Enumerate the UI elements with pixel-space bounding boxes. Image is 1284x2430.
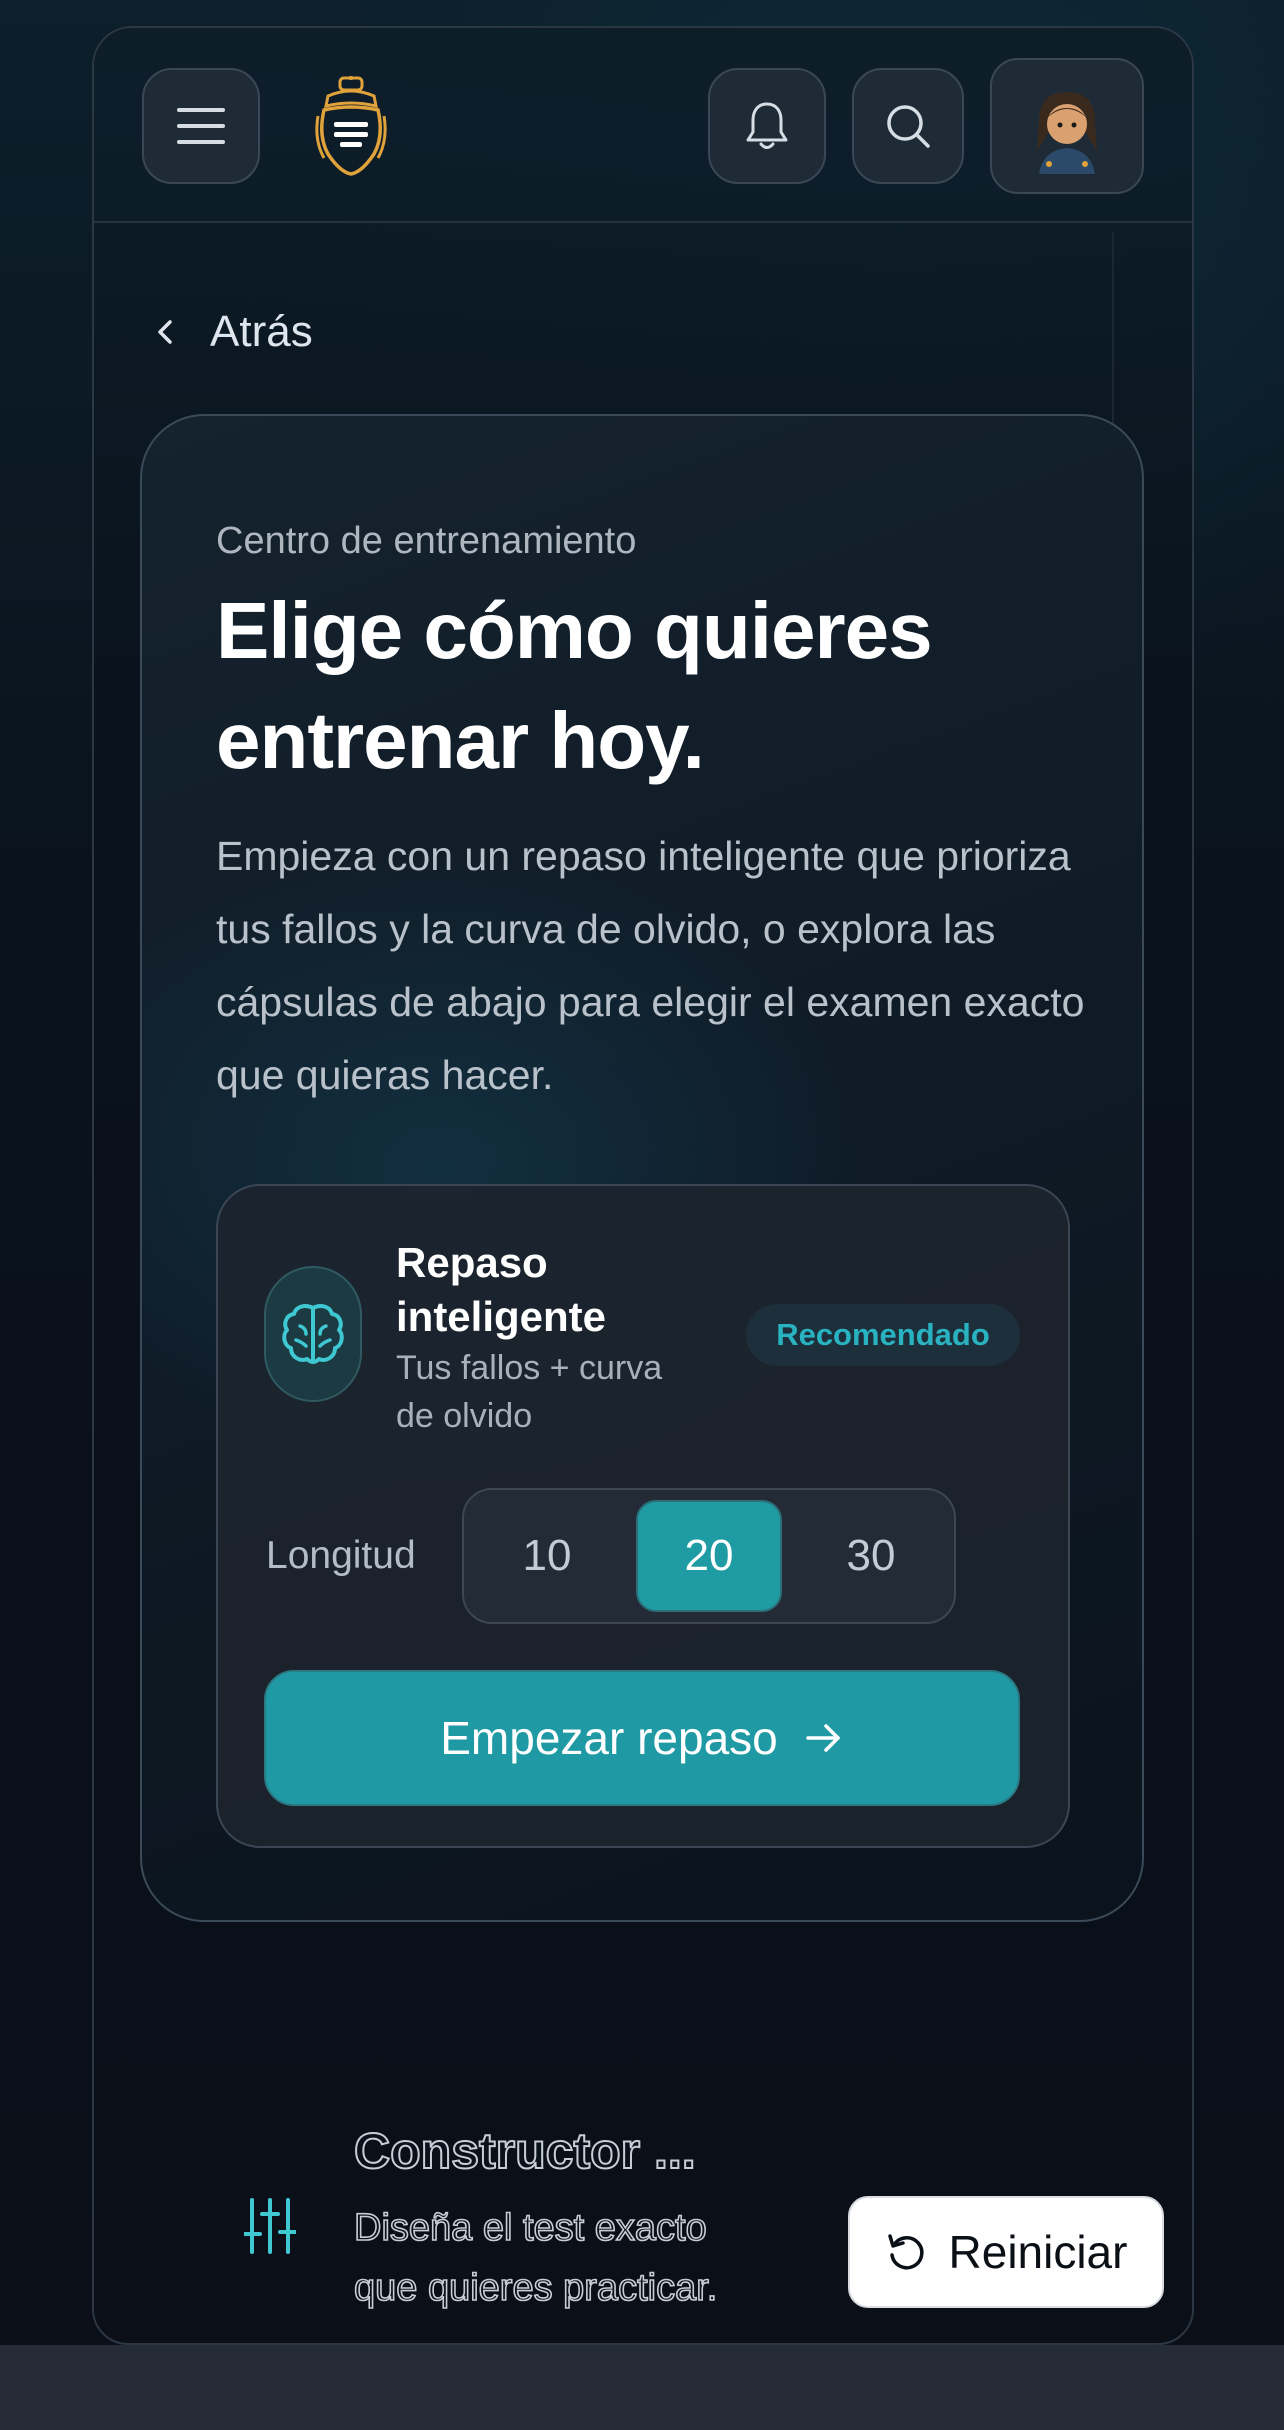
sliders-icon [244,2198,296,2254]
reset-button[interactable]: Reiniciar [848,2196,1164,2308]
app-frame: Atrás Centro de entrenamiento Elige cómo… [92,26,1194,2345]
page-description: Empieza con un repaso inteligente que pr… [216,833,1085,1098]
length-option-30[interactable]: 30 [798,1500,944,1612]
search-button[interactable] [852,68,964,184]
length-label: Longitud [266,1534,416,1577]
brain-icon-container [264,1266,362,1402]
length-option-20[interactable]: 20 [636,1500,782,1612]
menu-button[interactable] [142,68,260,184]
brain-icon [282,1304,344,1364]
back-label: Atrás [210,307,313,356]
reset-icon [887,2234,924,2270]
reset-label: Reiniciar [948,2226,1128,2278]
chevron-left-icon [158,320,172,344]
system-bottom-bar [0,2345,1284,2430]
start-review-label: Empezar repaso [440,1712,778,1764]
back-link[interactable]: Atrás [150,302,313,362]
top-header [94,28,1192,223]
hamburger-menu-icon [177,108,225,144]
recommended-badge: Recomendado [746,1304,1020,1366]
search-icon [887,105,930,148]
arrow-right-icon [806,1724,840,1752]
length-option-10[interactable]: 10 [474,1500,620,1612]
page-title: Elige cómo quieres entrenar hoy. [216,586,933,785]
builder-title: Constructor ... [353,2122,697,2180]
scroll-track [1112,232,1192,432]
training-center-card: Centro de entrenamiento Elige cómo quier… [140,414,1144,1922]
smart-review-card: Repaso inteligente Tus fallos + curva de… [216,1184,1070,1848]
section-eyebrow: Centro de entrenamiento [216,520,637,562]
avatar-button[interactable] [990,58,1144,194]
smart-review-title: Repaso inteligente [396,1239,607,1340]
builder-description: Diseña el test exacto que quieres practi… [353,2206,718,2310]
notifications-button[interactable] [708,68,826,184]
smart-review-subtitle: Tus fallos + curva de olvido [396,1349,663,1435]
crest-logo-icon[interactable] [314,76,388,176]
length-selector: 10 20 30 [462,1488,956,1624]
start-review-button[interactable]: Empezar repaso [264,1670,1020,1806]
bell-icon [746,102,788,149]
user-avatar [1019,78,1115,174]
